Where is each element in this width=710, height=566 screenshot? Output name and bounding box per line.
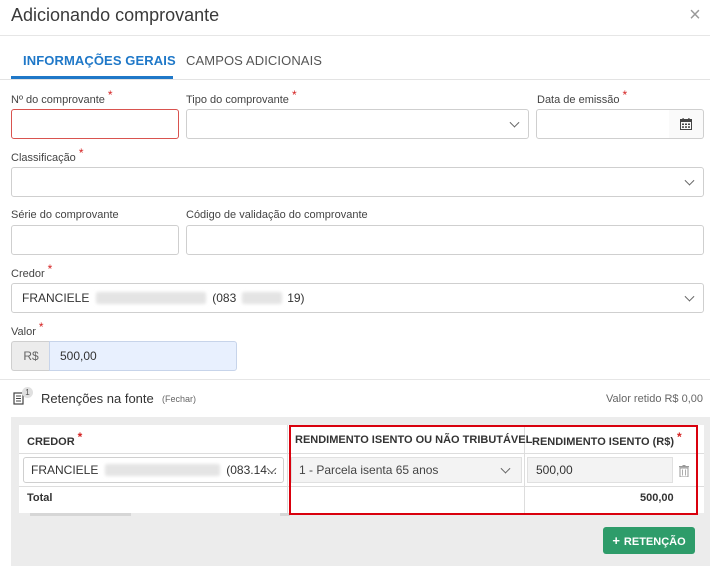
tabs-divider: [0, 79, 710, 80]
chevron-down-icon: [684, 175, 695, 186]
tab-informacoes-gerais[interactable]: INFORMAÇÕES GERAIS: [23, 53, 176, 68]
credor-value-doc: (083: [212, 291, 237, 305]
codigo-label: Código de validação do comprovante: [186, 209, 368, 221]
close-icon[interactable]: ×: [686, 5, 704, 25]
data-input[interactable]: [536, 109, 670, 139]
credor-select[interactable]: FRANCIELE (083 19): [11, 283, 704, 313]
redacted-text: [104, 463, 220, 476]
retencoes-count-badge: 1: [22, 387, 33, 398]
redacted-text: [95, 291, 206, 304]
data-label: Data de emissão *: [537, 88, 628, 106]
plus-icon: +: [612, 533, 620, 548]
chevron-down-icon: [684, 291, 695, 302]
credor-value-name: FRANCIELE: [22, 291, 90, 305]
classificacao-label: Classificação *: [11, 146, 84, 164]
column-divider: [287, 425, 288, 513]
col-header-credor: CREDOR *: [27, 430, 83, 448]
add-retencao-button[interactable]: + RETENÇÃO: [603, 527, 695, 554]
credor-value-doc-end: 19): [287, 291, 305, 305]
codigo-input[interactable]: [186, 225, 704, 255]
retencoes-title: Retenções na fonte: [41, 391, 154, 406]
valor-input[interactable]: 500,00: [49, 341, 237, 371]
row-credor-select[interactable]: FRANCIELE (083.14...: [23, 457, 284, 483]
horizontal-scrollbar[interactable]: [30, 513, 131, 516]
numero-input[interactable]: [11, 109, 179, 139]
calendar-icon: [680, 118, 692, 130]
tipo-select[interactable]: [186, 109, 529, 139]
serie-input[interactable]: [11, 225, 179, 255]
calendar-button[interactable]: [669, 109, 704, 139]
tipo-label: Tipo do comprovante *: [186, 88, 297, 106]
retencoes-toggle-link[interactable]: (Fechar): [162, 394, 196, 404]
numero-label: Nº do comprovante *: [11, 88, 113, 106]
credor-label: Credor *: [11, 262, 53, 280]
highlight-box: [289, 425, 698, 515]
total-label: Total: [27, 492, 53, 504]
valor-retido: Valor retido R$ 0,00: [606, 393, 704, 405]
valor-label: Valor *: [11, 320, 44, 338]
header-divider: [0, 35, 710, 36]
serie-label: Série do comprovante: [11, 209, 119, 221]
dialog-title: Adicionando comprovante: [11, 5, 220, 25]
classificacao-select[interactable]: [11, 167, 704, 197]
chevron-down-icon: [509, 117, 520, 128]
row-credor-name: FRANCIELE: [31, 463, 99, 477]
redacted-text: [241, 291, 282, 304]
section-divider: [0, 379, 710, 380]
tab-campos-adicionais[interactable]: CAMPOS ADICIONAIS: [186, 53, 322, 68]
currency-prefix: R$: [11, 341, 50, 371]
